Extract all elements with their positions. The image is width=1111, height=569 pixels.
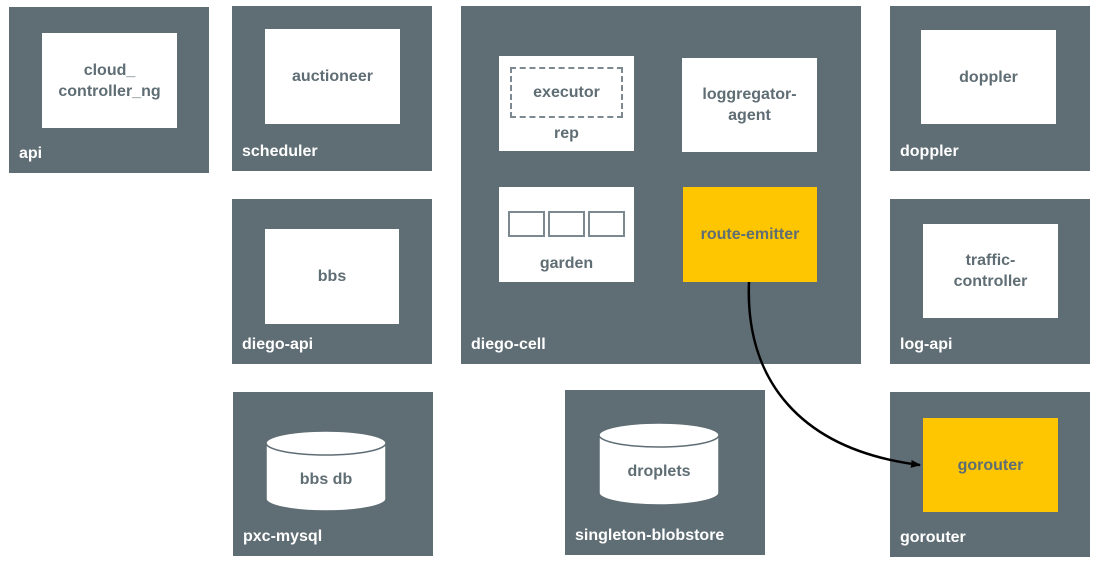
job-rep[interactable]: executor rep <box>499 56 634 151</box>
database-label: droplets <box>627 463 691 480</box>
job-cloud-controller-ng[interactable]: cloud_ controller_ng <box>42 33 177 128</box>
job-route-emitter[interactable]: route-emitter <box>683 187 817 282</box>
vm-label-gorouter: gorouter <box>900 529 966 546</box>
container-icon <box>548 211 585 237</box>
job-gorouter[interactable]: gorouter <box>923 418 1058 512</box>
vm-label-singleton-blobstore: singleton-blobstore <box>575 527 725 544</box>
vm-label-api: api <box>19 145 43 162</box>
database-droplets[interactable]: droplets <box>597 421 721 508</box>
vm-label-log-api: log-api <box>900 336 953 353</box>
job-bbs[interactable]: bbs <box>265 229 399 324</box>
vm-pxc-mysql: bbs db pxc-mysql <box>233 392 433 556</box>
vm-diego-api: bbs diego-api <box>232 199 432 364</box>
job-garden-label: garden <box>539 255 594 272</box>
vm-label-pxc-mysql: pxc-mysql <box>243 528 323 545</box>
job-traffic-controller[interactable]: traffic- controller <box>923 224 1058 318</box>
container-icon <box>508 211 545 237</box>
job-garden[interactable]: garden <box>499 187 634 282</box>
database-label: bbs db <box>299 471 353 488</box>
job-auctioneer[interactable]: auctioneer <box>265 29 400 124</box>
vm-label-diego-cell: diego-cell <box>471 336 546 353</box>
job-doppler[interactable]: doppler <box>921 30 1056 124</box>
vm-log-api: traffic- controller log-api <box>890 199 1090 364</box>
vm-singleton-blobstore: droplets singleton-blobstore <box>565 390 765 555</box>
vm-gorouter: gorouter gorouter <box>890 392 1090 557</box>
vm-label-diego-api: diego-api <box>242 336 314 353</box>
vm-doppler: doppler doppler <box>890 6 1090 171</box>
job-executor[interactable]: executor <box>510 67 623 118</box>
job-loggregator-agent[interactable]: loggregator- agent <box>682 58 817 152</box>
vm-api: cloud_ controller_ng api <box>9 7 209 173</box>
vm-diego-cell: executor rep loggregator- agent garden r… <box>461 6 861 364</box>
job-rep-label: rep <box>554 125 579 142</box>
database-bbs-db[interactable]: bbs db <box>264 429 388 513</box>
vm-label-doppler: doppler <box>900 143 959 160</box>
vm-label-scheduler: scheduler <box>242 143 318 160</box>
vm-scheduler: auctioneer scheduler <box>232 6 432 171</box>
container-icon <box>588 211 625 237</box>
